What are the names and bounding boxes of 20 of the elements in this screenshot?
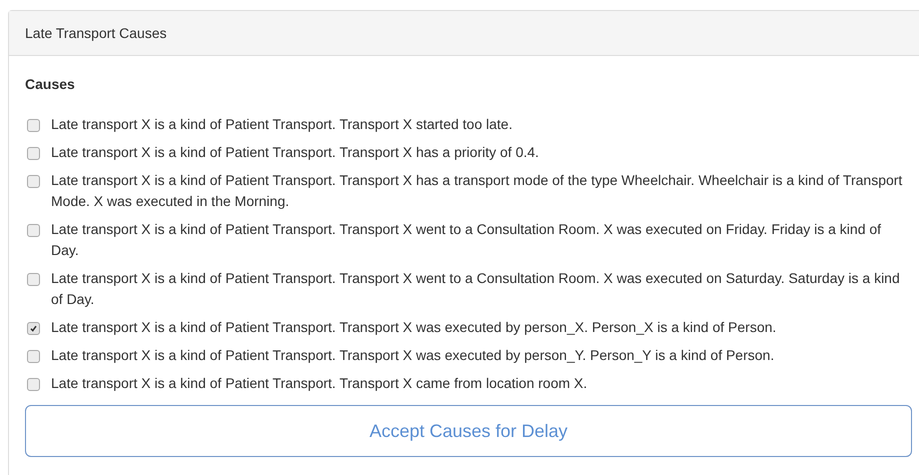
cause-label: Late transport X is a kind of Patient Transport. Transport X went to a Consultation Room. X was executed on Saturday. Saturday is a kind of Day. xyxy=(51,269,901,309)
checkbox[interactable] xyxy=(27,350,40,363)
cause-label: Late transport X is a kind of Patient Transport. Transport X started too late. xyxy=(51,115,514,134)
checkbox[interactable] xyxy=(27,119,40,132)
checkbox[interactable] xyxy=(27,224,40,237)
section-heading: Causes xyxy=(25,75,75,94)
accept-button[interactable]: Accept Causes for Delay xyxy=(25,405,912,457)
checkbox[interactable] xyxy=(27,175,40,188)
cause-label: Late transport X is a kind of Patient Transport. Transport X came from location room X. xyxy=(51,374,588,393)
cause-label: Late transport X is a kind of Patient Transport. Transport X has a priority of 0.4. xyxy=(51,143,540,162)
cause-label: Late transport X is a kind of Patient Transport. Transport X was executed by person_Y. Person_Y is a kind of Person. xyxy=(51,346,776,365)
checkbox[interactable] xyxy=(27,378,40,391)
panel-title: Late Transport Causes xyxy=(25,25,167,41)
cause-label: Late transport X is a kind of Patient Transport. Transport X was executed by person_X. Person_X is a kind of Person. xyxy=(51,318,778,337)
checkbox[interactable] xyxy=(27,322,40,335)
checkbox[interactable] xyxy=(27,273,40,286)
check-icon xyxy=(30,325,37,332)
cause-label: Late transport X is a kind of Patient Transport. Transport X went to a Consultation Room. X was executed on Friday. Friday is a kind of Day. xyxy=(51,220,882,260)
checkbox[interactable] xyxy=(27,147,40,160)
cause-label: Late transport X is a kind of Patient Transport. Transport X has a transport mode of the type Wheelchair. Wheelchair is a kind of Transport Mode. X was executed in the Morning. xyxy=(51,171,904,211)
